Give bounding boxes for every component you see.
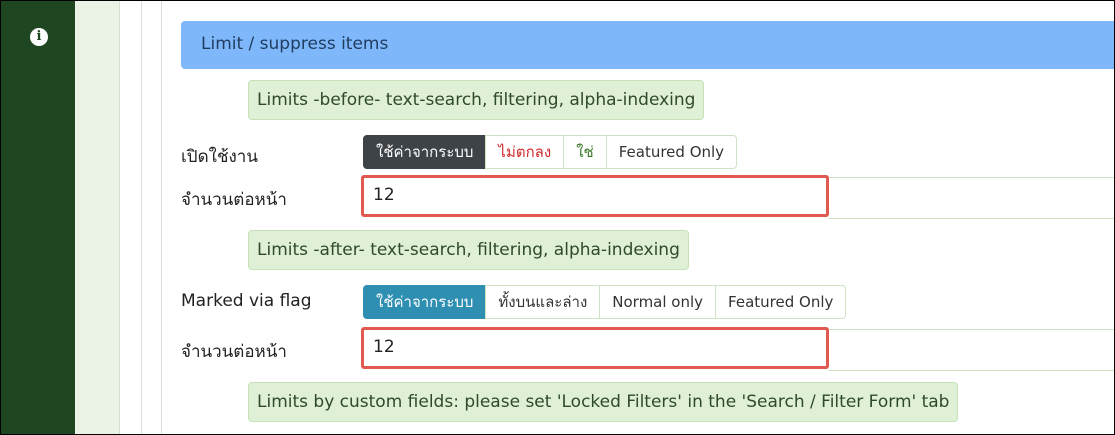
option-featured-only[interactable]: Featured Only: [605, 135, 738, 169]
note-custom-fields: Limits by custom fields: please set 'Loc…: [248, 382, 959, 422]
per-page-input[interactable]: 12: [361, 175, 829, 217]
option-use-system-default[interactable]: ใช้ค่าจากระบบ: [363, 285, 487, 319]
divider: [161, 1, 162, 434]
option-no[interactable]: ไม่ตกลง: [485, 135, 565, 169]
input-extension: [829, 177, 1114, 219]
enable-label: เปิดใช้งาน: [181, 147, 258, 167]
sidebar-strip: [75, 1, 120, 434]
enable-toggle-group: ใช้ค่าจากระบบ ไม่ตกลง ใช่ Featured Only: [363, 135, 738, 169]
option-featured-only[interactable]: Featured Only: [715, 285, 847, 319]
input-extension: [829, 329, 1114, 371]
per-page-label: จำนวนต่อหน้า: [181, 342, 287, 362]
settings-panel: i Limit / suppress items Limits -before-…: [0, 0, 1115, 435]
option-use-system-default[interactable]: ใช้ค่าจากระบบ: [363, 135, 487, 169]
per-page-value: 12: [373, 337, 395, 357]
option-normal-only[interactable]: Normal only: [599, 285, 717, 319]
option-top-and-bottom[interactable]: ทั้งบนและล่าง: [485, 285, 601, 319]
per-page-value: 12: [373, 185, 395, 205]
per-page-input[interactable]: 12: [361, 327, 829, 369]
option-yes[interactable]: ใช่: [563, 135, 607, 169]
info-icon[interactable]: i: [30, 28, 48, 46]
marked-toggle-group: ใช้ค่าจากระบบ ทั้งบนและล่าง Normal only …: [363, 285, 847, 319]
per-page-label: จำนวนต่อหน้า: [181, 190, 287, 210]
section-header: Limit / suppress items: [181, 21, 1114, 69]
note-before: Limits -before- text-search, filtering, …: [248, 80, 705, 120]
note-after: Limits -after- text-search, filtering, a…: [248, 230, 689, 270]
left-sidebar: i: [1, 1, 75, 434]
divider: [141, 1, 142, 434]
section-title: Limit / suppress items: [201, 34, 389, 54]
marked-via-flag-label: Marked via flag: [181, 291, 312, 311]
